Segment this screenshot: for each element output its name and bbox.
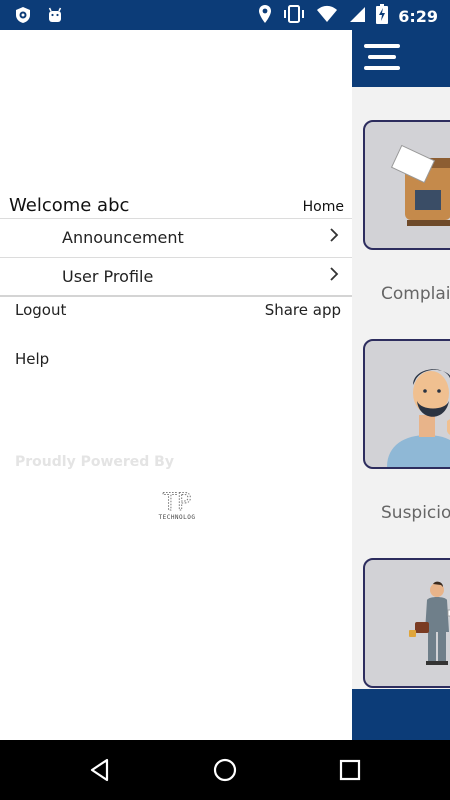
app-bottom-bar: [352, 689, 450, 740]
clock: 6:29: [398, 7, 438, 26]
powered-by-text: Proudly Powered By: [15, 454, 174, 470]
menu-item-label: Announcement: [62, 228, 184, 247]
android-icon: [46, 6, 64, 29]
system-navigation-bar: [0, 740, 450, 800]
logout-link[interactable]: Logout: [15, 301, 66, 319]
share-app-link[interactable]: Share app: [265, 301, 341, 319]
vpn-shield-icon: [14, 6, 32, 29]
complaint-card-label: Complai: [381, 284, 450, 304]
help-link[interactable]: Help: [15, 350, 49, 368]
menu-item-label: User Profile: [62, 267, 154, 286]
mailbox-icon: [390, 144, 450, 226]
complaint-card[interactable]: [363, 120, 450, 250]
menu-item-announcement[interactable]: Announcement: [0, 219, 352, 257]
signal-icon: [348, 5, 366, 28]
chevron-right-icon: [329, 267, 339, 286]
chevron-right-icon: [329, 228, 339, 247]
wifi-icon: [316, 5, 338, 28]
company-logo: TP TECHNOLOG: [152, 488, 202, 524]
logo-text: TECHNOLOG: [158, 514, 196, 521]
suspicious-card-label: Suspicio: [381, 503, 450, 523]
business-card[interactable]: [363, 558, 450, 688]
welcome-text: Welcome abc: [9, 195, 130, 216]
home-circle-icon[interactable]: [212, 757, 238, 783]
navigation-drawer: Welcome abc Home Announcement User Profi…: [0, 30, 352, 740]
svg-text:TP: TP: [163, 488, 192, 514]
businessman-icon: [409, 581, 450, 665]
vibrate-icon: [282, 4, 306, 29]
hamburger-menu-icon[interactable]: [364, 44, 400, 74]
battery-charging-icon: [376, 4, 389, 29]
suspicious-card[interactable]: [363, 339, 450, 469]
home-link[interactable]: Home: [303, 199, 344, 215]
back-icon[interactable]: [87, 757, 113, 783]
background-app: Complai Suspicio: [352, 30, 450, 740]
location-icon: [258, 4, 272, 29]
status-bar: 6:29: [0, 0, 450, 30]
thinking-man-icon: [387, 369, 450, 467]
menu-item-user-profile[interactable]: User Profile: [0, 258, 352, 296]
recents-icon[interactable]: [337, 757, 363, 783]
divider: [0, 295, 352, 297]
app-toolbar: [352, 30, 450, 87]
